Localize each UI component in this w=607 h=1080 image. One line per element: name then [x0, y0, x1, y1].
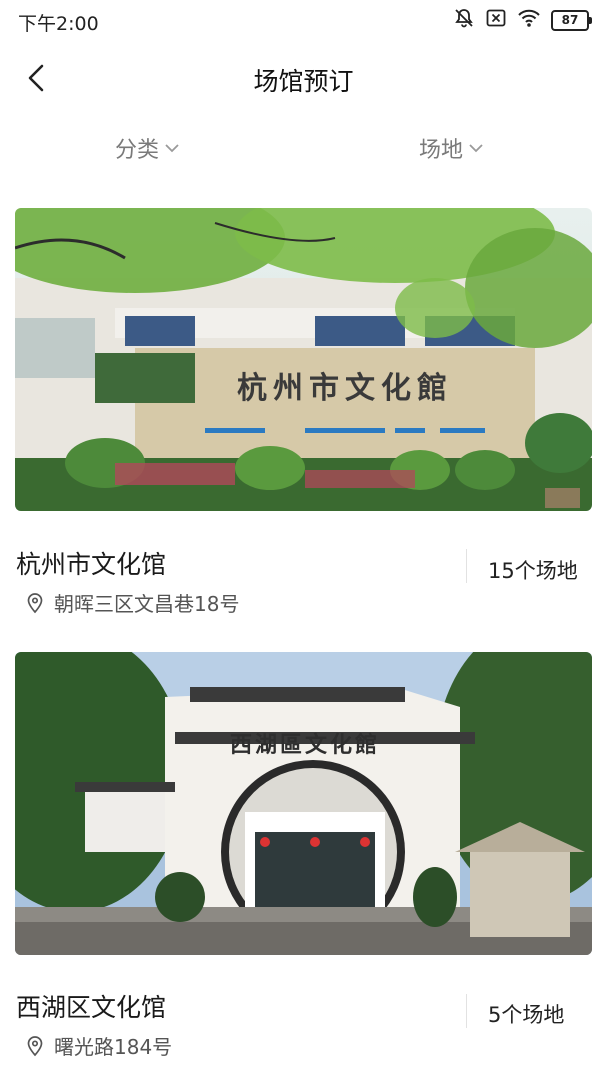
chevron-down-icon: [469, 144, 483, 153]
category-filter-label: 分类: [115, 138, 160, 163]
venue-filter-label: 场地: [419, 138, 464, 163]
venue-sign-text: 杭州市文化館: [237, 371, 453, 406]
location-pin-icon: [27, 592, 43, 613]
filter-bar: 分类 场地: [0, 128, 607, 172]
venue-name[interactable]: 西湖区文化馆: [16, 988, 166, 1024]
nav-bar: 场馆预订: [0, 48, 607, 108]
venue-count: 15个场地: [488, 559, 578, 583]
venue-address: 曙光路184号: [26, 1031, 172, 1060]
chevron-down-icon: [165, 144, 179, 153]
divider: [466, 994, 467, 1028]
divider: [466, 549, 467, 583]
venue-sign-text: 西湖區文化館: [230, 732, 380, 758]
status-time: 下午2:00: [18, 13, 99, 35]
venue-photo[interactable]: 杭州市文化館: [15, 208, 592, 511]
category-filter[interactable]: 分类: [115, 132, 181, 164]
venue-photo[interactable]: 西湖區文化館: [15, 652, 592, 955]
location-pin-icon: [27, 1035, 43, 1056]
mute-icon: [453, 7, 475, 33]
status-icons: 87: [453, 7, 592, 33]
venue-name[interactable]: 杭州市文化馆: [16, 545, 166, 581]
battery-indicator: 87: [551, 9, 592, 31]
venue-count: 5个场地: [488, 1003, 565, 1027]
venue-address-text: 曙光路184号: [54, 1035, 173, 1059]
venue-filter[interactable]: 场地: [419, 132, 485, 164]
wifi-icon: [517, 7, 541, 33]
status-bar: 下午2:00 87: [0, 0, 607, 40]
venue-address-text: 朝晖三区文昌巷18号: [54, 592, 240, 616]
venue-address: 朝晖三区文昌巷18号: [26, 588, 239, 617]
no-sim-icon: [485, 7, 507, 33]
page-title: 场馆预订: [253, 67, 354, 96]
